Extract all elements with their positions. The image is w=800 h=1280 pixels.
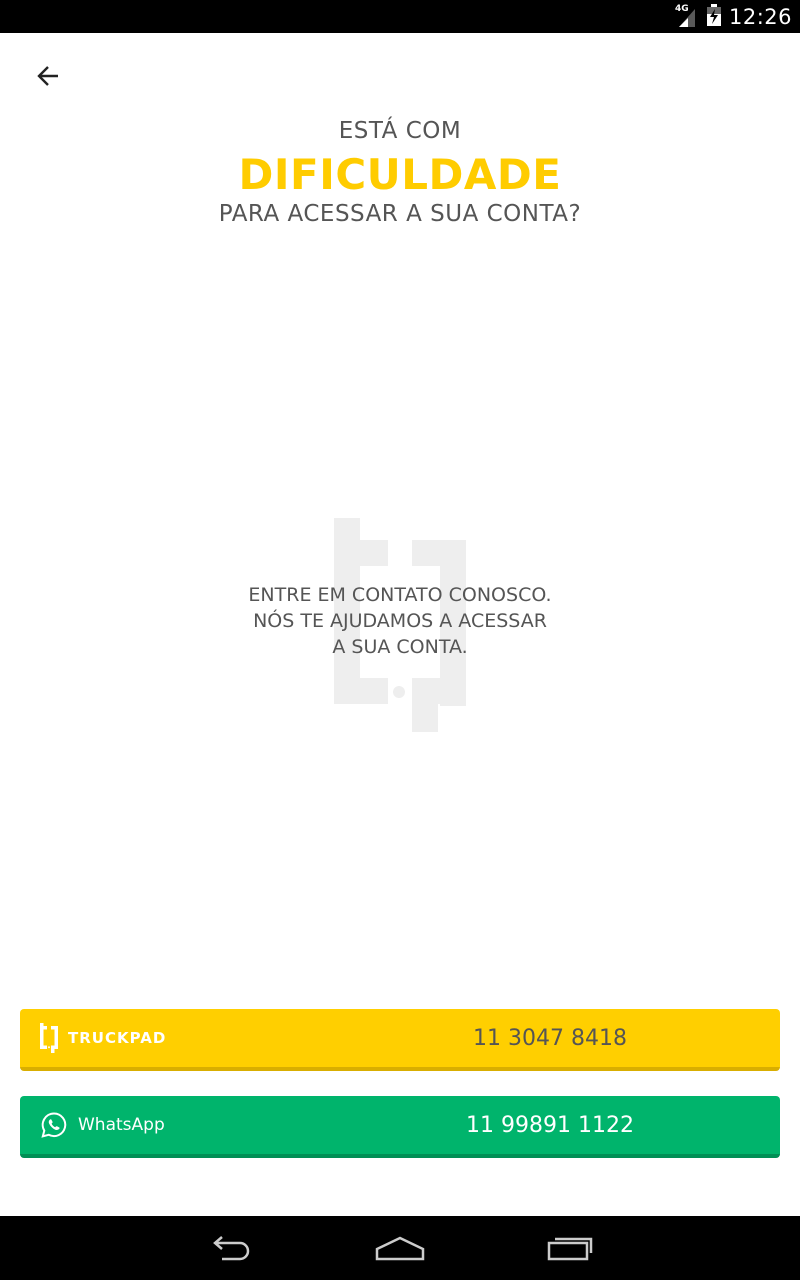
truckpad-phone: 11 3047 8418 [473,1025,627,1051]
whatsapp-logo: WhatsApp [40,1096,165,1154]
signal-icon: 4G [674,3,699,29]
recents-icon [547,1237,593,1261]
truckpad-call-button[interactable]: TRUCKPAD 11 3047 8418 [20,1009,780,1071]
heading-line-1: ESTÁ COM [338,118,462,144]
nav-home-button[interactable] [370,1230,430,1266]
heading-line-3: PARA ACESSAR A SUA CONTA? [218,201,582,227]
back-icon [213,1236,250,1261]
truckpad-logo: TRUCKPAD [40,1009,166,1067]
whatsapp-call-button[interactable]: WhatsApp 11 99891 1122 [20,1096,780,1158]
status-time: 12:26 [728,4,792,29]
truckpad-brand: TRUCKPAD [68,1029,167,1047]
whatsapp-icon [41,1112,67,1138]
status-bar: 4G 12:26 [0,0,800,33]
contact-line: NÓS TE AJUDAMOS A ACESSAR [253,610,547,632]
contact-line: ENTRE EM CONTATO CONOSCO. [248,584,552,606]
arrow-left-icon [37,66,58,86]
truckpad-icon [40,1023,58,1053]
contact-message: ENTRE EM CONTATO CONOSCO. NÓS TE AJUDAMO… [0,582,800,660]
home-icon [375,1236,425,1261]
nav-recents-button[interactable] [540,1230,600,1266]
back-button[interactable] [28,56,68,96]
nav-back-button[interactable] [200,1230,260,1266]
whatsapp-phone: 11 99891 1122 [466,1112,634,1138]
navigation-bar [0,1216,800,1280]
whatsapp-brand: WhatsApp [78,1115,165,1135]
heading-highlight: DIFICULDADE [238,150,562,199]
battery-icon [706,3,721,30]
status-icons: 4G 12:26 [675,0,792,33]
contact-line: A SUA CONTA. [332,636,468,658]
network-type: 4G [674,3,689,14]
